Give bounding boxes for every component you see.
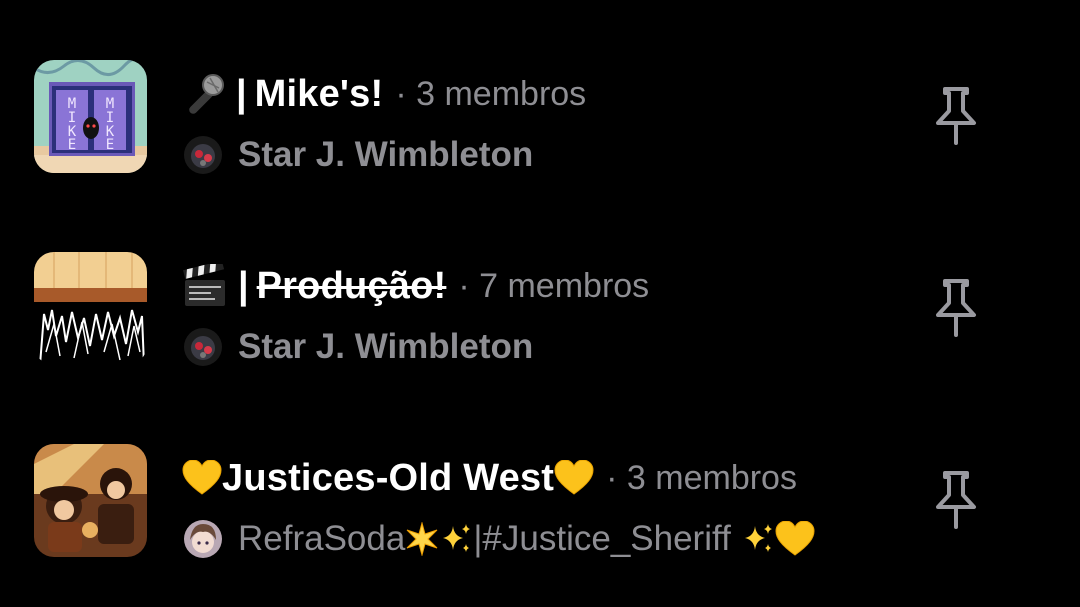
sparkles-icon (443, 524, 471, 552)
chat-subtitle-line: Star J. Wimbleton (184, 326, 533, 368)
chat-title: Mike's! (254, 72, 384, 115)
chat-subtitle-line: Star J. Wimbleton (184, 134, 533, 176)
avatar (184, 328, 222, 366)
title-separator: | (236, 72, 247, 115)
clapper-board-icon (183, 264, 225, 306)
yellow-heart-icon (554, 460, 594, 495)
chat-title-line: Justices-Old West · 3 membros (182, 453, 797, 503)
pin-icon[interactable] (930, 277, 982, 339)
chat-thumbnail: M I K E M I K E (34, 60, 147, 173)
last-message-author: Star J. Wimbleton (238, 135, 534, 174)
sparkles-icon (744, 524, 772, 552)
chat-title-line: | Mike's! · 3 membros (182, 69, 586, 119)
chat-thumbnail (34, 252, 147, 365)
chat-row-justices-old-west[interactable]: Justices-Old West · 3 membros RefraSoda (0, 439, 1080, 569)
pin-icon[interactable] (930, 85, 982, 147)
microphone-icon (189, 74, 224, 114)
mike-door-art-icon: M I K E M I K E (34, 60, 147, 173)
member-count: · 3 membros (395, 74, 587, 113)
chat-subtitle-line: RefraSoda |#Justice_Sheriff (184, 518, 815, 560)
chat-row-producao[interactable]: | Produção! · 7 membros Star J. Wimbleto… (0, 247, 1080, 377)
refrasoda-avatar-icon (184, 520, 222, 558)
title-separator: | (238, 264, 249, 307)
yellow-heart-icon (182, 460, 222, 495)
last-message-author: Star J. Wimbleton (238, 327, 534, 366)
last-message-author: RefraSoda (238, 519, 406, 558)
chat-thumbnail (34, 444, 147, 557)
svg-text:E: E (68, 137, 76, 153)
chat-title: Produção! (256, 264, 447, 307)
member-count: · 3 membros (606, 458, 797, 497)
avatar (184, 136, 222, 174)
glowing-star-icon (406, 522, 438, 556)
chat-list: M I K E M I K E | Mike's! · 3 membros St… (0, 0, 1080, 607)
stage-crowd-art-icon (34, 252, 147, 365)
svg-text:E: E (106, 137, 114, 153)
star-avatar-icon (184, 136, 222, 174)
pin-icon[interactable] (930, 469, 982, 531)
yellow-heart-icon (775, 521, 815, 556)
member-count: · 7 membros (458, 266, 650, 305)
star-avatar-icon (184, 328, 222, 366)
avatar (184, 520, 222, 558)
last-message-author-tag: |#Justice_Sheriff (473, 519, 731, 558)
old-west-art-icon (34, 444, 147, 557)
chat-row-mikes[interactable]: M I K E M I K E | Mike's! · 3 membros St… (0, 55, 1080, 185)
chat-title-line: | Produção! · 7 membros (182, 261, 649, 311)
chat-title: Justices-Old West (222, 456, 555, 499)
